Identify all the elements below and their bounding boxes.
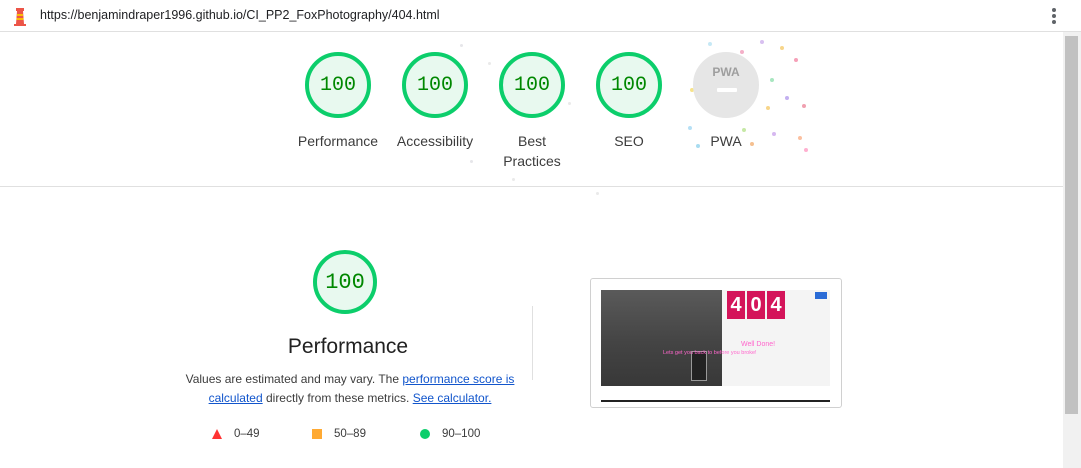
- legend-fail: 0–49: [212, 428, 260, 440]
- url-text[interactable]: https://benjamindraper1996.github.io/CI_…: [40, 8, 440, 22]
- pwa-badge-icon: PWA: [693, 52, 759, 118]
- digit: 0: [747, 291, 765, 319]
- performance-score-gauge: 100: [313, 250, 377, 314]
- legend-pass: 90–100: [420, 428, 480, 440]
- square-icon: [312, 428, 322, 439]
- gauge-performance[interactable]: 100 Performance: [288, 52, 388, 151]
- thumbnail-caption-2: Lets get you back to before you broke!: [663, 350, 757, 356]
- thumbnail-404-heading: 4 0 4: [727, 291, 785, 319]
- legend-range: 0–49: [234, 428, 260, 440]
- gauge-accessibility[interactable]: 100 Accessibility: [385, 52, 485, 151]
- score-value: 100: [416, 73, 453, 97]
- thumbnail-menu-icon: [815, 292, 827, 299]
- desc-middle: directly from these metrics.: [262, 391, 413, 405]
- scrollbar-thumb[interactable]: [1065, 36, 1078, 414]
- score-value: 100: [610, 73, 647, 97]
- pwa-badge-text: PWA: [712, 65, 740, 79]
- triangle-icon: [212, 428, 222, 439]
- vertical-divider: [532, 306, 533, 380]
- desc-prefix: Values are estimated and may vary. The: [185, 372, 403, 386]
- scrollbar[interactable]: [1063, 32, 1081, 468]
- gauge-seo[interactable]: 100 SEO: [579, 52, 679, 151]
- score-ring: 100: [596, 52, 662, 118]
- legend-range: 50–89: [334, 428, 366, 440]
- summary-gauges: 100 Performance 100 Accessibility 100 Be…: [0, 32, 1063, 195]
- gauge-label: SEO: [614, 133, 644, 149]
- performance-score-value: 100: [325, 269, 365, 295]
- performance-description: Values are estimated and may vary. The p…: [180, 370, 520, 408]
- thumbnail-caption-1: Well Done!: [741, 341, 776, 348]
- score-ring: 100: [402, 52, 468, 118]
- gauge-best-practices[interactable]: 100 Best Practices: [482, 52, 582, 171]
- gauge-pwa[interactable]: PWA PWA: [676, 52, 776, 151]
- lighthouse-icon: [14, 8, 26, 26]
- performance-title: Performance: [287, 335, 409, 358]
- score-ring: 100: [305, 52, 371, 118]
- score-value: 100: [319, 73, 356, 97]
- see-calculator-link[interactable]: See calculator.: [413, 391, 492, 405]
- thumbnail-bottom-bar: [601, 400, 830, 402]
- digit: 4: [727, 291, 745, 319]
- pwa-dash: [717, 88, 737, 92]
- final-screenshot-thumbnail[interactable]: 4 0 4 Well Done! Lets get you back to be…: [590, 278, 842, 408]
- gauge-label: Best Practices: [503, 133, 561, 169]
- digit: 4: [767, 291, 785, 319]
- section-divider: [0, 186, 1063, 187]
- gauge-label: PWA: [710, 133, 742, 149]
- legend-range: 90–100: [442, 428, 481, 440]
- gauge-label: Accessibility: [396, 133, 474, 149]
- address-bar: https://benjamindraper1996.github.io/CI_…: [0, 0, 1081, 32]
- score-value: 100: [513, 73, 550, 97]
- legend-average: 50–89: [312, 428, 366, 440]
- score-ring: 100: [499, 52, 565, 118]
- circle-icon: [420, 428, 430, 439]
- gauge-label: Performance: [297, 133, 379, 149]
- kebab-menu-icon[interactable]: [1048, 6, 1060, 26]
